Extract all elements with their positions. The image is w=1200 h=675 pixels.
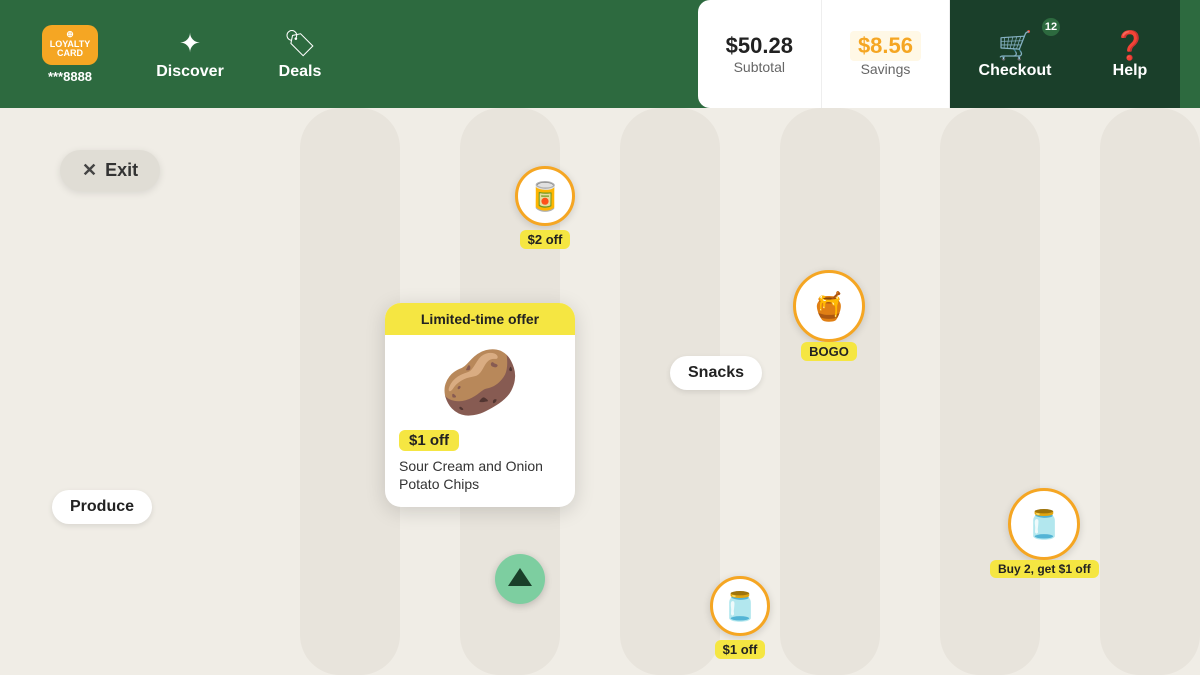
exit-label: Exit — [105, 160, 138, 181]
product-card-popup[interactable]: Limited-time offer 🥔 $1 off Sour Cream a… — [385, 303, 575, 507]
discover-label: Discover — [156, 63, 224, 81]
product-4-icon: 🫙 — [1027, 508, 1062, 541]
help-button[interactable]: ❓ Help — [1080, 0, 1180, 108]
product-3-label: $1 off — [715, 640, 766, 659]
product-card-image: 🥔 — [399, 345, 561, 420]
help-icon: ❓ — [1113, 29, 1148, 62]
loyalty-card-button[interactable]: ⊕ LOYALTYCARD ***8888 — [20, 25, 120, 84]
product-card-discount: $1 off — [399, 430, 459, 451]
deals-label: Deals — [279, 63, 322, 81]
navigation-arrow[interactable] — [495, 554, 545, 604]
exit-button[interactable]: ✕ Exit — [60, 150, 160, 191]
exit-x-icon: ✕ — [82, 160, 97, 181]
savings-amount: $8.56 — [850, 31, 921, 61]
product-card-emoji: 🥔 — [440, 345, 520, 420]
store-map: ✕ Exit Produce Snacks 🥫 $2 off Limited-t… — [0, 108, 1200, 675]
product-pin-4[interactable]: 🫙 Buy 2, get $1 off — [990, 488, 1099, 578]
subtotal-amount: $50.28 — [726, 33, 793, 59]
deals-nav[interactable]: 🏷 Deals — [250, 28, 350, 81]
product-3-icon: 🫙 — [723, 590, 758, 623]
subtotal-section: $50.28 Subtotal — [698, 0, 822, 108]
header: ⊕ LOYALTYCARD ***8888 ✦ Discover 🏷 Deals… — [0, 0, 1200, 108]
product-card-header: Limited-time offer — [385, 303, 575, 335]
subtotal-label: Subtotal — [734, 59, 785, 75]
aisle-4 — [780, 108, 880, 675]
checkout-label: Checkout — [979, 62, 1052, 80]
produce-area-label: Produce — [52, 490, 152, 524]
header-right-panel: $50.28 Subtotal $8.56 Savings 🛒 12 Check… — [698, 0, 1180, 108]
help-label: Help — [1113, 62, 1148, 80]
snacks-area-label: Snacks — [670, 356, 762, 390]
product-pin-2[interactable]: 🍯 BOGO — [793, 270, 865, 361]
product-card-body: 🥔 $1 off Sour Cream and Onion Potato Chi… — [385, 335, 575, 507]
aisle-6 — [1100, 108, 1200, 675]
loyalty-card-account: ***8888 — [48, 69, 92, 84]
checkout-button[interactable]: 🛒 12 Checkout — [950, 0, 1080, 108]
product-card-name: Sour Cream and Onion Potato Chips — [399, 457, 561, 493]
aisle-5 — [940, 108, 1040, 675]
product-2-icon: 🍯 — [812, 290, 847, 323]
deals-icon: 🏷 — [283, 28, 316, 59]
product-4-label: Buy 2, get $1 off — [990, 560, 1099, 578]
pin-circle-4: 🫙 — [1008, 488, 1080, 560]
cart-icon: 🛒 — [998, 29, 1033, 62]
aisle-3 — [620, 108, 720, 675]
pin-circle-3: 🫙 — [710, 576, 770, 636]
arrow-up-icon — [508, 568, 532, 586]
product-pin-3[interactable]: 🫙 $1 off — [710, 576, 770, 659]
discover-icon: ✦ — [179, 28, 201, 59]
discover-nav[interactable]: ✦ Discover — [140, 28, 240, 81]
loyalty-card-icon: ⊕ LOYALTYCARD — [42, 25, 98, 65]
cart-count-badge: 12 — [1040, 16, 1062, 38]
pin-circle-2: 🍯 — [793, 270, 865, 342]
pin-circle-1: 🥫 — [515, 166, 575, 226]
savings-label: Savings — [861, 61, 911, 77]
product-pin-1[interactable]: 🥫 $2 off — [515, 166, 575, 249]
product-1-icon: 🥫 — [528, 180, 563, 213]
product-2-label: BOGO — [801, 342, 857, 361]
product-1-label: $2 off — [520, 230, 571, 249]
savings-section: $8.56 Savings — [822, 0, 950, 108]
